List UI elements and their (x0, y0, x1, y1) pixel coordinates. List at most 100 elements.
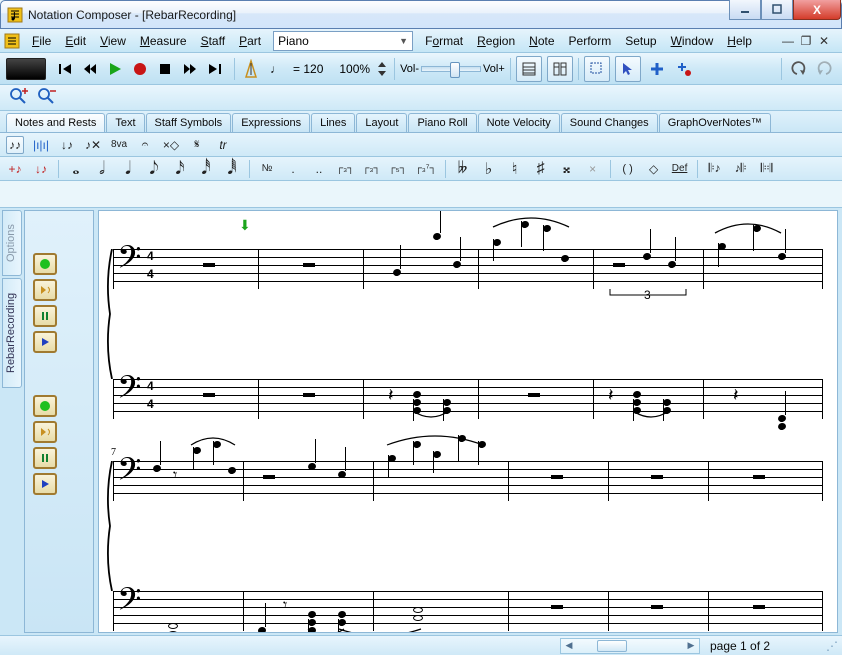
tab-note-velocity[interactable]: Note Velocity (478, 113, 560, 132)
tool-repeat-both[interactable]: 𝄆𝄇 (758, 160, 776, 178)
menu-edit[interactable]: EditEdit (59, 32, 92, 50)
menu-staff[interactable]: Staff (195, 32, 231, 50)
tool-repeat-start[interactable]: 𝄆♪ (706, 160, 724, 178)
tool-double-dot[interactable]: .. (310, 160, 328, 178)
scroll-left-button[interactable]: ◀ (561, 639, 577, 653)
record-button[interactable] (129, 58, 151, 80)
play-button[interactable] (104, 58, 126, 80)
tool-double-flat[interactable]: 𝄫 (454, 160, 472, 178)
mdi-close-button[interactable]: ✕ (818, 34, 830, 48)
tool-beamed-notes[interactable]: ♪♪ (6, 136, 24, 154)
tool-natural[interactable]: ♮ (506, 160, 524, 178)
tab-expressions[interactable]: Expressions (232, 113, 310, 132)
tab-lines[interactable]: Lines (311, 113, 355, 132)
tool-diamond[interactable]: ◇ (645, 160, 663, 178)
mdi-minimize-button[interactable]: — (782, 34, 794, 48)
tab-graph-over-notes[interactable]: GraphOverNotes™ (659, 113, 771, 132)
stop-button[interactable] (154, 58, 176, 80)
scroll-thumb[interactable] (597, 640, 627, 652)
menu-part[interactable]: Part (233, 32, 267, 50)
score-canvas[interactable]: ⬇ 𝄢 44 (98, 210, 838, 633)
tool-paren[interactable]: ( ) (619, 160, 637, 178)
tool-segno[interactable]: 𝄋 (188, 136, 206, 154)
tool-sharp[interactable]: ♯ (532, 160, 550, 178)
zoom-in-button[interactable] (8, 86, 28, 109)
sidetab-options[interactable]: Options (2, 210, 22, 276)
part-select[interactable]: Piano ▼ (273, 31, 413, 51)
tool-64th-note[interactable]: 𝅘𝅥𝅱 (223, 160, 241, 178)
menu-view[interactable]: View (94, 32, 132, 50)
app-menu-icon[interactable] (4, 33, 20, 49)
select-tool-button[interactable] (584, 56, 610, 82)
track-1-solo-button[interactable] (33, 279, 57, 301)
tool-flat[interactable]: ♭ (480, 160, 498, 178)
tool-repeat-end[interactable]: ♪𝄆 (732, 160, 750, 178)
tool-tuplet-3b[interactable]: ┌₃┐ (362, 160, 380, 178)
tool-32nd-note[interactable]: 𝅘𝅥𝅰 (197, 160, 215, 178)
menu-region[interactable]: Region (471, 32, 521, 50)
view-page-button[interactable] (516, 56, 542, 82)
tool-dot[interactable]: . (284, 160, 302, 178)
menu-help[interactable]: Help (721, 32, 758, 50)
menu-perform[interactable]: Perform (563, 32, 618, 50)
track-2-config-button[interactable] (33, 447, 57, 469)
tool-sixteenth-note[interactable]: 𝅘𝅥𝅯 (171, 160, 189, 178)
scroll-right-button[interactable]: ▶ (683, 639, 699, 653)
tool-down-note[interactable]: ↓♪ (58, 136, 76, 154)
mdi-restore-button[interactable]: ❐ (800, 34, 812, 48)
track-2-solo-button[interactable] (33, 421, 57, 443)
redo-button[interactable] (814, 58, 836, 80)
track-2-play-button[interactable] (33, 473, 57, 495)
track-1-mute-button[interactable] (33, 253, 57, 275)
go-start-button[interactable] (54, 58, 76, 80)
view-continuous-button[interactable] (547, 56, 573, 82)
tool-no-dot[interactable]: № (258, 160, 276, 178)
tool-add-note[interactable]: +♪ (6, 160, 24, 178)
tool-x-note[interactable]: ♪✕ (84, 136, 102, 154)
tool-tuplet-5[interactable]: ┌₅┐ (389, 160, 407, 178)
panic-stop-button[interactable] (6, 58, 46, 80)
minimize-button[interactable] (729, 0, 761, 20)
tool-trill[interactable]: tr (214, 136, 232, 154)
resize-grip-icon[interactable]: ⋰ (826, 639, 838, 653)
menu-format[interactable]: Format (419, 32, 469, 50)
track-1-config-button[interactable] (33, 305, 57, 327)
tool-8va[interactable]: 8va (110, 136, 128, 154)
tab-text[interactable]: Text (106, 113, 144, 132)
menu-window[interactable]: Window (665, 32, 720, 50)
tab-notes-and-rests[interactable]: Notes and Rests (6, 113, 105, 132)
volume-slider[interactable]: Vol- Vol+ (400, 63, 505, 75)
zoom-stepper[interactable] (375, 58, 389, 80)
tool-tuplet-3a[interactable]: ┌₃┐ (336, 160, 354, 178)
tool-quarter-note[interactable]: 𝅘𝅥 (119, 160, 137, 178)
close-button[interactable]: X (793, 0, 841, 20)
metronome-icon[interactable] (240, 58, 262, 80)
menu-file[interactable]: File (26, 32, 57, 50)
rewind-button[interactable] (79, 58, 101, 80)
track-2-mute-button[interactable] (33, 395, 57, 417)
tool-ornament[interactable]: ×◇ (162, 136, 180, 154)
tool-remove-accidental[interactable]: × (584, 160, 602, 178)
undo-button[interactable] (787, 58, 809, 80)
tab-sound-changes[interactable]: Sound Changes (561, 113, 658, 132)
tool-default[interactable]: Def (671, 160, 689, 178)
add-note-tool-button[interactable] (673, 58, 695, 80)
tool-whole-note[interactable]: 𝅝 (67, 160, 85, 178)
menu-setup[interactable]: Setup (619, 32, 662, 50)
fast-forward-button[interactable] (179, 58, 201, 80)
tool-fermata[interactable]: 𝄐 (136, 136, 154, 154)
tab-piano-roll[interactable]: Piano Roll (408, 113, 476, 132)
tool-eighth-note[interactable]: 𝅘𝅥𝅮 (145, 160, 163, 178)
tool-half-note[interactable]: 𝅗𝅥 (93, 160, 111, 178)
maximize-button[interactable] (761, 0, 793, 20)
zoom-out-button[interactable] (36, 86, 56, 109)
add-tool-button[interactable] (646, 58, 668, 80)
tab-layout[interactable]: Layout (356, 113, 407, 132)
horizontal-scrollbar[interactable]: ◀ ▶ (560, 638, 700, 654)
pointer-tool-button[interactable] (615, 56, 641, 82)
tool-down-note-2[interactable]: ↓♪ (32, 160, 50, 178)
track-1-play-button[interactable] (33, 331, 57, 353)
tab-staff-symbols[interactable]: Staff Symbols (146, 113, 232, 132)
menu-note[interactable]: Note (523, 32, 560, 50)
tool-bars[interactable]: |ı|ı| (32, 136, 50, 154)
